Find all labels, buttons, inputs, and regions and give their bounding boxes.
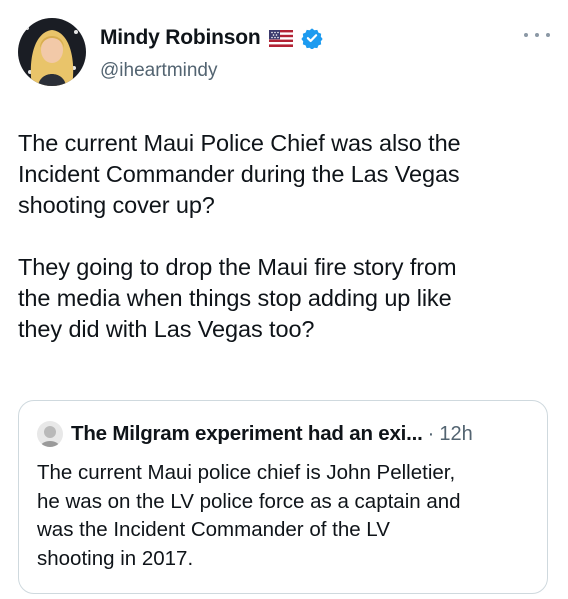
- quoted-tweet-text: The current Maui police chief is John Pe…: [37, 461, 461, 570]
- verified-badge-icon[interactable]: [300, 27, 323, 49]
- more-options-icon[interactable]: [524, 30, 550, 40]
- tweet-text: The current Maui Police Chief was also t…: [18, 130, 461, 342]
- author-handle[interactable]: @iheartmindy: [100, 60, 218, 82]
- us-flag-icon: [268, 29, 293, 47]
- author-display-name[interactable]: Mindy Robinson: [100, 26, 261, 50]
- author-name-row: Mindy Robinson: [100, 26, 323, 50]
- quoted-separator: ·: [427, 422, 435, 445]
- quoted-author-avatar: [37, 421, 63, 447]
- quoted-tweet-card[interactable]: The Milgram experiment had an exi... · 1…: [18, 400, 548, 594]
- quoted-tweet-header: The Milgram experiment had an exi... · 1…: [37, 421, 473, 447]
- avatar[interactable]: [18, 18, 86, 86]
- avatar-image: [18, 18, 86, 86]
- quoted-timestamp[interactable]: 12h: [439, 423, 472, 446]
- quoted-author-name: The Milgram experiment had an exi...: [71, 422, 423, 445]
